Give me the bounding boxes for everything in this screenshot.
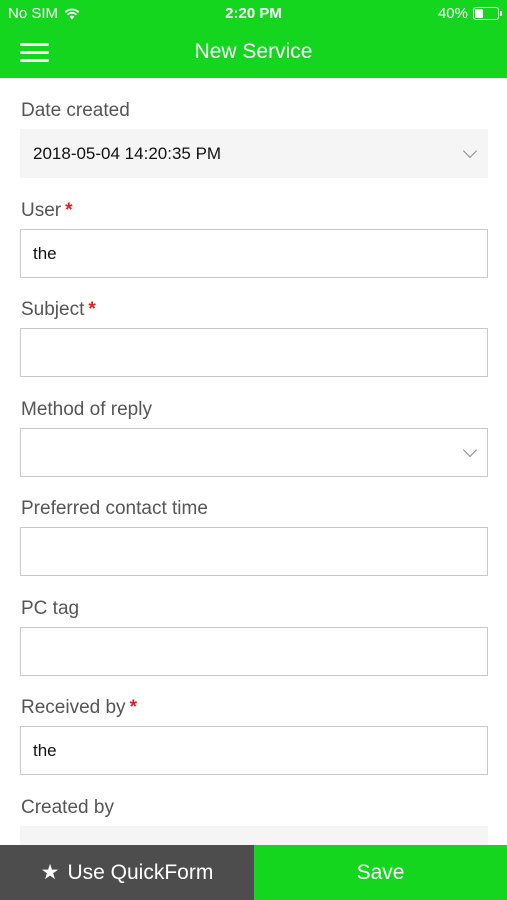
field-received-by: Received by * the [20, 675, 488, 775]
received-by-label: Received by * [21, 697, 137, 718]
save-label: Save [356, 860, 405, 884]
star-icon: ★ [40, 861, 60, 884]
date-created-picker[interactable]: 2018-05-04 14:20:35 PM [20, 129, 488, 178]
chevron-down-icon [462, 143, 478, 159]
use-quickform-label: Use QuickForm [67, 860, 214, 884]
save-button[interactable]: Save [254, 845, 507, 900]
required-marker: * [88, 299, 96, 320]
status-bar: No SIM 2:20 PM 40% [0, 0, 507, 28]
field-date-created: Date created 2018-05-04 14:20:35 PM [20, 78, 488, 178]
required-marker: * [65, 199, 73, 221]
method-of-reply-select[interactable] [20, 427, 488, 477]
method-of-reply-label: Method of reply [21, 398, 152, 420]
created-by-label: Created by [21, 796, 114, 818]
nav-bar: New Service [0, 28, 507, 78]
field-user: User * the [20, 178, 488, 278]
use-quickform-button[interactable]: ★ Use QuickForm [0, 845, 254, 900]
pc-tag-input[interactable] [20, 626, 488, 676]
footer-actions: ★ Use QuickForm Save [0, 845, 507, 900]
field-pc-tag: PC tag [20, 576, 488, 676]
preferred-contact-time-input[interactable] [20, 527, 488, 576]
preferred-contact-time-label: Preferred contact time [21, 498, 208, 519]
status-time: 2:20 PM [225, 5, 282, 22]
field-preferred-contact-time: Preferred contact time [20, 476, 488, 576]
service-form: Date created 2018-05-04 14:20:35 PM User… [20, 78, 488, 875]
field-subject: Subject * [20, 277, 488, 377]
user-input[interactable]: the [20, 228, 488, 278]
status-right: 40% [437, 5, 502, 22]
user-value: the [33, 243, 57, 263]
field-method-of-reply: Method of reply [20, 377, 488, 477]
page-title: New Service [194, 40, 313, 63]
received-by-value: the [33, 741, 57, 760]
subject-input[interactable] [20, 328, 488, 377]
date-created-label: Date created [21, 100, 130, 121]
date-created-value: 2018-05-04 14:20:35 PM [33, 144, 222, 163]
battery-percentage: 40% [437, 5, 468, 22]
user-label: User * [21, 199, 73, 221]
battery-fill [475, 9, 483, 18]
chevron-down-icon [462, 442, 478, 457]
battery-icon [473, 7, 502, 20]
pc-tag-label: PC tag [21, 597, 80, 619]
required-marker: * [129, 697, 137, 718]
received-by-input[interactable]: the [20, 726, 488, 775]
subject-label: Subject * [21, 299, 96, 320]
